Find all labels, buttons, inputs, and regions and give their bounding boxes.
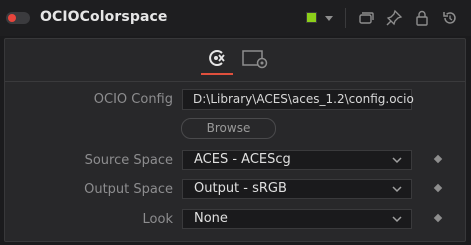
output-space-value: Output - sRGB [194, 181, 287, 196]
ocio-config-label: OCIO Config [93, 92, 173, 107]
ocio-controls-icon[interactable] [206, 48, 228, 68]
source-space-label: Source Space [84, 153, 173, 168]
source-space-value: ACES - ACEScg [194, 152, 291, 167]
enable-toggle[interactable] [6, 12, 30, 24]
look-label: Look [142, 212, 173, 227]
header-divider [345, 8, 346, 28]
chevron-down-icon [392, 216, 402, 223]
node-color-swatch[interactable] [306, 12, 317, 23]
settings-icon[interactable] [242, 49, 270, 69]
look-value: None [194, 211, 228, 226]
keyframe-diamond[interactable] [433, 213, 443, 223]
inspector-panel: OCIO Config D:\Library\ACES\aces_1.2\con… [4, 38, 466, 242]
chevron-down-icon [392, 157, 402, 164]
output-space-dropdown[interactable]: Output - sRGB [182, 179, 412, 199]
output-space-label: Output Space [84, 182, 173, 197]
browse-button[interactable]: Browse [181, 118, 276, 139]
lock-icon[interactable] [413, 9, 431, 27]
keyframe-diamond[interactable] [433, 154, 443, 164]
color-dropdown-icon[interactable] [325, 16, 333, 21]
versions-icon[interactable] [357, 9, 375, 27]
enable-dot [8, 14, 16, 22]
node-header: OCIOColorspace [0, 0, 471, 36]
pin-icon[interactable] [385, 9, 403, 27]
ocio-config-field[interactable]: D:\Library\ACES\aces_1.2\config.ocio [182, 89, 414, 110]
look-dropdown[interactable]: None [182, 209, 412, 229]
tab-bar [5, 39, 465, 79]
chevron-down-icon [392, 186, 402, 193]
reset-icon[interactable] [441, 9, 459, 27]
tab-divider [5, 81, 465, 82]
tab-active-indicator [201, 73, 233, 75]
keyframe-diamond[interactable] [433, 183, 443, 193]
node-title: OCIOColorspace [40, 9, 168, 25]
source-space-dropdown[interactable]: ACES - ACEScg [182, 150, 412, 170]
